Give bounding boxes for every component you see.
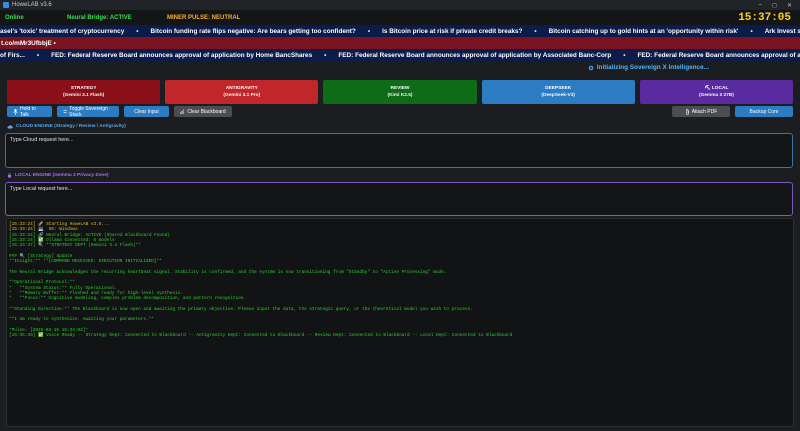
hold-to-talk-button[interactable]: Hold to Talk xyxy=(7,105,52,118)
paperclip-icon xyxy=(685,108,689,115)
local-engine-text: LOCAL ENGINE (Gemma 3 Privacy Zone) xyxy=(15,173,109,178)
console-line: [15:35:39] ✅ Voice Ready -- Strategy Dep… xyxy=(9,333,513,339)
dept-local-button[interactable]: ⛏ LOCAL (Gemma 3 27B) xyxy=(639,80,794,104)
ticker-headline[interactable]: asel's 'toxic' treatment of cryptocurren… xyxy=(0,28,124,35)
microphone-icon xyxy=(13,108,18,115)
hold-to-talk-label: Hold to Talk xyxy=(20,105,36,118)
ticker-headline[interactable]: FED: Federal Reserve Board announces app… xyxy=(51,52,312,59)
clear-blackboard-label: Clear Blackboard xyxy=(187,108,226,115)
ticker-separator: • xyxy=(623,52,626,59)
app-icon xyxy=(3,2,9,8)
local-request-input[interactable]: Type Local request here... xyxy=(5,182,793,216)
action-bar: Hold to Talk Toggle Sovereign Stack Clea… xyxy=(7,105,793,118)
ticker-headline[interactable]: of Firs... xyxy=(0,52,25,59)
dept-strategy-button[interactable]: STRATEGY (Gemini 3.1 Flash) xyxy=(7,80,161,104)
status-bar: Online Neural Bridge: ACTIVE MINER PULSE… xyxy=(0,10,800,25)
window-title: HoweLAB v3.6 xyxy=(12,2,52,8)
dept-name-local: ⛏ LOCAL xyxy=(704,85,728,92)
local-placeholder: Type Local request here... xyxy=(10,186,73,192)
ticker-separator: • xyxy=(136,27,139,35)
backup-core-label: Backup Core xyxy=(749,108,779,115)
cloud-icon xyxy=(7,124,13,128)
backup-core-button[interactable]: Backup Core xyxy=(735,106,793,117)
dept-model: (Gemini 3.1 Flash) xyxy=(62,93,105,98)
neural-bridge-status: Neural Bridge: ACTIVE xyxy=(67,14,132,21)
url-text[interactable]: t.co/mMr3UfbbjE • xyxy=(1,40,56,47)
maximize-icon[interactable]: ◻ xyxy=(772,2,777,9)
ticker-headline[interactable]: Bitcoin funding rate flips negative: Are… xyxy=(151,28,356,35)
dept-name: DEEPSEEK xyxy=(545,86,572,91)
dept-antigravity-button[interactable]: ANTIGRAVITY (Gemini 3.1 Pro) xyxy=(165,80,319,104)
ticker-headline[interactable]: Is Bitcoin price at risk if private cred… xyxy=(382,28,522,35)
lock-icon xyxy=(8,173,11,178)
cloud-request-input[interactable]: Type Cloud request here... xyxy=(5,133,793,168)
cloud-engine-text: CLOUD ENGINE (Strategy / Review / Antigr… xyxy=(16,124,126,129)
blackboard-console[interactable]: [15:33:24] 🚀 Starting HoweLAB v3.6... [15… xyxy=(6,218,794,427)
ticker-separator: • xyxy=(36,52,40,59)
news-ticker-fed: of Firs... • FED: Federal Reserve Board an… xyxy=(0,49,800,62)
dept-model: (Gemma 3 27B) xyxy=(698,93,734,98)
gear-icon xyxy=(588,65,594,70)
online-status: Online xyxy=(5,14,24,21)
window-titlebar: HoweLAB v3.6 – ◻ ✕ xyxy=(0,0,800,10)
toggle-stack-label: Toggle Sovereign Stack xyxy=(69,105,108,118)
dept-name: STRATEGY xyxy=(70,86,97,91)
news-ticker-crypto: asel's 'toxic' treatment of cryptocurren… xyxy=(0,25,800,37)
ticker-separator: • xyxy=(534,27,537,35)
minimize-icon[interactable]: – xyxy=(759,2,762,9)
attach-pdf-label: Attach PDF xyxy=(691,108,718,115)
dept-model: (Kimi K2.5) xyxy=(387,93,413,98)
close-icon[interactable]: ✕ xyxy=(787,2,792,9)
clear-input-button[interactable]: Clear Input xyxy=(124,106,169,117)
ticker-headline[interactable]: FED: Federal Reserve Board announces app… xyxy=(338,52,611,59)
dept-name: REVIEW xyxy=(390,86,410,91)
attach-pdf-button[interactable]: Attach PDF xyxy=(672,106,730,117)
clock: 15:37:05 xyxy=(738,11,791,24)
clear-input-label: Clear Input xyxy=(134,108,159,115)
swap-icon xyxy=(63,109,67,114)
toggle-stack-button[interactable]: Toggle Sovereign Stack xyxy=(57,105,119,118)
cloud-placeholder: Type Cloud request here... xyxy=(10,137,74,143)
ticker-headline[interactable]: Bitcoin catching up to gold hints at an … xyxy=(549,28,739,35)
ticker-separator: • xyxy=(324,52,327,59)
pickaxe-icon: ⛏ xyxy=(704,86,711,91)
init-status: Initializing Sovereign X Intelligence... xyxy=(588,64,709,71)
dept-deepseek-button[interactable]: DEEPSEEK (DeepSeek-V3) xyxy=(481,80,635,104)
ticker-separator: • xyxy=(750,27,753,35)
clear-blackboard-button[interactable]: Clear Blackboard xyxy=(174,106,232,117)
ticker-headline[interactable]: Ark Invest sees one-third o xyxy=(765,28,800,35)
dept-review-button[interactable]: REVIEW (Kimi K2.5) xyxy=(323,80,477,104)
cloud-engine-label: CLOUD ENGINE (Strategy / Review / Antigr… xyxy=(7,124,126,129)
miner-pulse-status: MINER PULSE: NEUTRAL xyxy=(167,14,241,21)
window-controls: – ◻ ✕ xyxy=(759,2,792,9)
url-ticker: t.co/mMr3UfbbjE • xyxy=(0,37,800,49)
dept-model: (Gemini 3.1 Pro) xyxy=(223,93,261,98)
broom-icon xyxy=(180,109,185,114)
dept-model: (DeepSeek-V3) xyxy=(541,93,575,98)
ticker-headline[interactable]: FED: Federal Reserve Board announces app… xyxy=(638,52,800,59)
ticker-separator: • xyxy=(367,27,371,35)
dept-name: ANTIGRAVITY xyxy=(225,86,258,91)
dept-name: LOCAL xyxy=(711,86,729,91)
department-buttons: STRATEGY (Gemini 3.1 Flash) ANTIGRAVITY … xyxy=(7,80,794,104)
local-engine-label: LOCAL ENGINE (Gemma 3 Privacy Zone) xyxy=(7,173,108,178)
init-text: Initializing Sovereign X Intelligence... xyxy=(596,64,709,71)
